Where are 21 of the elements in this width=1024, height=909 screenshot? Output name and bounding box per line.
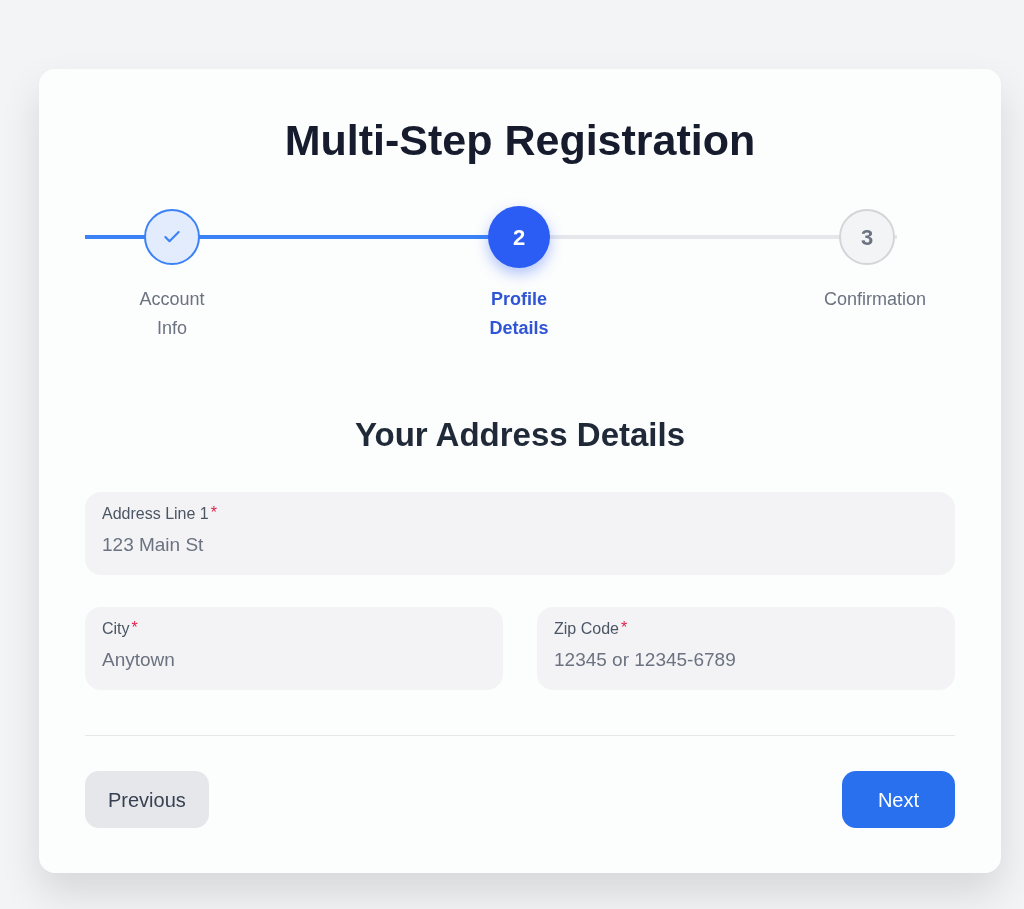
required-mark: * bbox=[131, 618, 138, 638]
field-label: City bbox=[102, 619, 130, 639]
text-input[interactable]: 123 Main St bbox=[102, 532, 938, 558]
text-input[interactable]: Anytown bbox=[102, 647, 486, 673]
previous-button[interactable]: Previous bbox=[85, 771, 209, 828]
text-field[interactable]: Address Line 1* 123 Main St bbox=[85, 492, 955, 575]
section-heading: Your Address Details bbox=[353, 415, 687, 455]
next-button[interactable]: Next bbox=[841, 771, 955, 828]
required-mark: * bbox=[620, 618, 628, 638]
field-label: Zip Code bbox=[554, 619, 619, 639]
text-input[interactable]: 12345 or 12345-6789 bbox=[554, 647, 938, 673]
step-label: Account Info bbox=[139, 288, 205, 340]
text-field[interactable]: Zip Code* 12345 or 12345-6789 bbox=[537, 607, 955, 690]
step-label: Confirmation bbox=[823, 288, 926, 311]
required-mark: * bbox=[210, 503, 217, 523]
text-field[interactable]: City* Anytown bbox=[85, 607, 503, 690]
field-label: Address Line 1 bbox=[102, 504, 209, 524]
page-title: Multi-Step Registration bbox=[283, 115, 757, 165]
step-label: Profile Details bbox=[489, 288, 549, 340]
step-number: 3 bbox=[839, 209, 895, 265]
step-number: 2 bbox=[488, 206, 550, 268]
